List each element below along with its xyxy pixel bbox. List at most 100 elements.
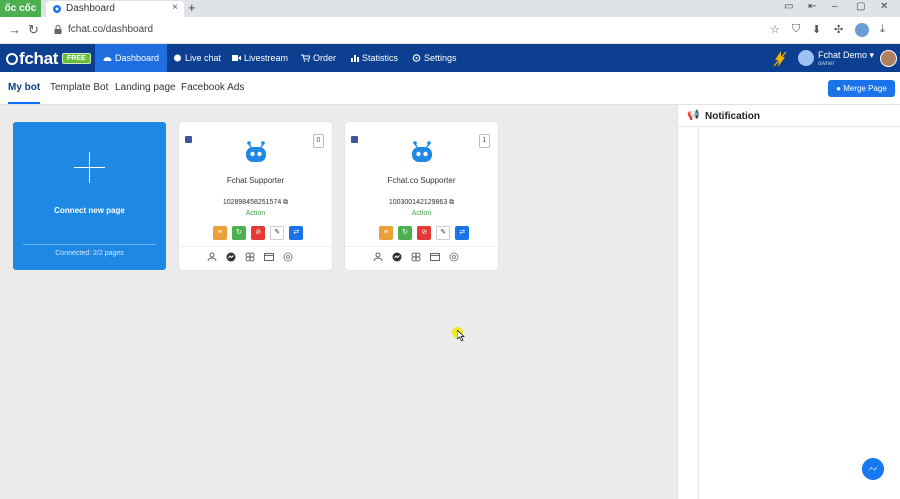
active-tab-indicator: [8, 102, 40, 104]
bar-chart-icon: [351, 55, 359, 62]
nav-livestream[interactable]: Livestream: [232, 44, 288, 72]
nav-settings-label: Settings: [424, 53, 457, 63]
refresh-icon[interactable]: ↻: [398, 226, 413, 240]
minimize-icon[interactable]: –: [832, 1, 838, 12]
video-icon: [232, 55, 241, 61]
forward-icon[interactable]: →: [8, 22, 21, 37]
app-header: fchat FREE Dashboard Live chat Livestrea…: [0, 44, 900, 72]
facebook-icon: [185, 136, 192, 143]
merge-page-button[interactable]: ● Merge Page: [828, 80, 895, 97]
nav-dashboard-label: Dashboard: [115, 53, 160, 63]
page-card[interactable]: 1 Fchat.co Supporter 100300142129863 ⧉ A…: [345, 122, 498, 270]
shield-icon[interactable]: ⛉: [792, 23, 800, 36]
page-action-status[interactable]: Action: [179, 210, 332, 217]
widget-icon[interactable]: [245, 252, 255, 262]
page-action-status[interactable]: Action: [345, 210, 498, 217]
plus-icon: [74, 152, 105, 183]
tab-my-bot[interactable]: My bot: [8, 82, 40, 93]
page-card[interactable]: 0 Fchat Supporter 102898458251574 ⧉ Acti…: [179, 122, 332, 270]
stop-icon[interactable]: ⊘: [417, 226, 432, 240]
user-avatar[interactable]: [798, 50, 814, 66]
nav-live-chat[interactable]: Live chat: [173, 44, 221, 72]
reload-icon[interactable]: ↻: [28, 22, 39, 38]
back-list-icon[interactable]: ⇤: [808, 1, 816, 12]
browser-active-tab[interactable]: Dashboard ×: [46, 1, 184, 17]
notification-header: 📢 Notification: [678, 105, 900, 127]
page-id-text: 102898458251574: [222, 199, 282, 206]
stop-icon[interactable]: ⊘: [251, 226, 266, 240]
nav-live-chat-label: Live chat: [185, 53, 222, 63]
cart-icon: [301, 54, 310, 62]
browser-window-icon[interactable]: [430, 252, 441, 262]
user-icon[interactable]: [373, 252, 383, 262]
logo-text: fchat: [19, 49, 59, 68]
url-field[interactable]: fchat.co/dashboard: [68, 24, 153, 35]
settings-icon[interactable]: [449, 252, 459, 262]
nav-livestream-label: Livestream: [244, 53, 289, 63]
downloads-icon[interactable]: ⤓: [880, 23, 885, 36]
fchat-favicon-icon: [53, 5, 61, 13]
profile-photo-avatar[interactable]: [880, 50, 897, 67]
fchat-logo[interactable]: fchat: [6, 49, 58, 69]
edit-pencil-icon[interactable]: ✎: [270, 226, 285, 240]
tab-search-icon[interactable]: ▭: [784, 1, 793, 12]
page-tool-icons: [207, 252, 307, 263]
maximize-icon[interactable]: ▢: [856, 1, 865, 12]
widget-icon[interactable]: [411, 252, 421, 262]
close-window-icon[interactable]: ✕: [880, 1, 888, 12]
messenger-icon[interactable]: [226, 252, 236, 262]
copy-icon[interactable]: ⧉: [449, 199, 454, 206]
notification-panel: 📢 Notification: [677, 105, 900, 499]
unread-count-badge: 0: [313, 134, 324, 148]
menu-icon[interactable]: ≡: [379, 226, 393, 240]
connect-new-page-card[interactable]: Connect new page Connected: 2/2 pages: [13, 122, 166, 270]
user-menu-name[interactable]: Fchat Demo ▾: [818, 50, 874, 61]
nav-order-label: Order: [313, 53, 337, 63]
messenger-icon[interactable]: [392, 252, 402, 262]
download-ext-icon[interactable]: ⬇: [812, 23, 821, 36]
gear-icon: [412, 54, 421, 62]
new-tab-button[interactable]: +: [188, 0, 196, 16]
nav-settings[interactable]: Settings: [412, 44, 457, 72]
address-bar: → ↻ fchat.co/dashboard ☆ ⛉ ⬇ ✣ ⤓: [0, 17, 900, 44]
nav-statistics-label: Statistics: [362, 53, 399, 63]
browser-window-icon[interactable]: [264, 252, 275, 262]
swap-arrows-icon[interactable]: ⇄: [455, 226, 470, 240]
page-name: Fchat.co Supporter: [387, 176, 456, 185]
edit-pencil-icon[interactable]: ✎: [436, 226, 451, 240]
divider: [345, 246, 498, 247]
notification-title: Notification: [705, 111, 760, 122]
nav-statistics[interactable]: Statistics: [350, 44, 398, 72]
lightning-off-icon[interactable]: [773, 51, 787, 67]
copy-icon[interactable]: ⧉: [283, 199, 288, 206]
divider: [23, 244, 156, 245]
refresh-icon[interactable]: ↻: [232, 226, 247, 240]
menu-icon[interactable]: ≡: [213, 226, 227, 240]
nav-dashboard[interactable]: Dashboard: [95, 44, 168, 72]
bookmark-star-icon[interactable]: ☆: [770, 23, 780, 36]
connect-new-page-label: Connect new page: [54, 206, 125, 215]
page-id[interactable]: 102898458251574 ⧉: [179, 199, 332, 207]
tab-landing-page[interactable]: Landing page: [115, 82, 176, 93]
divider: [179, 246, 332, 247]
user-icon[interactable]: [207, 252, 217, 262]
swap-arrows-icon[interactable]: ⇄: [289, 226, 304, 240]
nav-order[interactable]: Order: [301, 44, 336, 72]
connected-pages-status: Connected: 2/2 pages: [55, 250, 124, 257]
sub-navigation: My bot Template Bot Landing page Faceboo…: [0, 72, 900, 105]
page-action-buttons: ≡ ↻ ⊘ ✎ ⇄: [213, 226, 305, 240]
browser-profile-avatar[interactable]: [855, 23, 869, 37]
tab-template-bot[interactable]: Template Bot: [50, 82, 108, 93]
page-id[interactable]: 100300142129863 ⧉: [345, 199, 498, 207]
extensions-icon[interactable]: ✣: [834, 23, 843, 36]
mouse-pointer-icon: [457, 330, 465, 341]
page-id-text: 100300142129863: [388, 199, 448, 206]
unread-count-badge: 1: [479, 134, 490, 148]
tab-close-button[interactable]: ×: [172, 2, 178, 13]
divider: [698, 127, 699, 499]
tab-facebook-ads[interactable]: Facebook Ads: [181, 82, 244, 93]
settings-icon[interactable]: [283, 252, 293, 262]
lock-icon: [54, 25, 62, 34]
messenger-chat-icon[interactable]: [862, 458, 884, 480]
browser-brand-tab[interactable]: ốc cốc: [0, 0, 41, 17]
